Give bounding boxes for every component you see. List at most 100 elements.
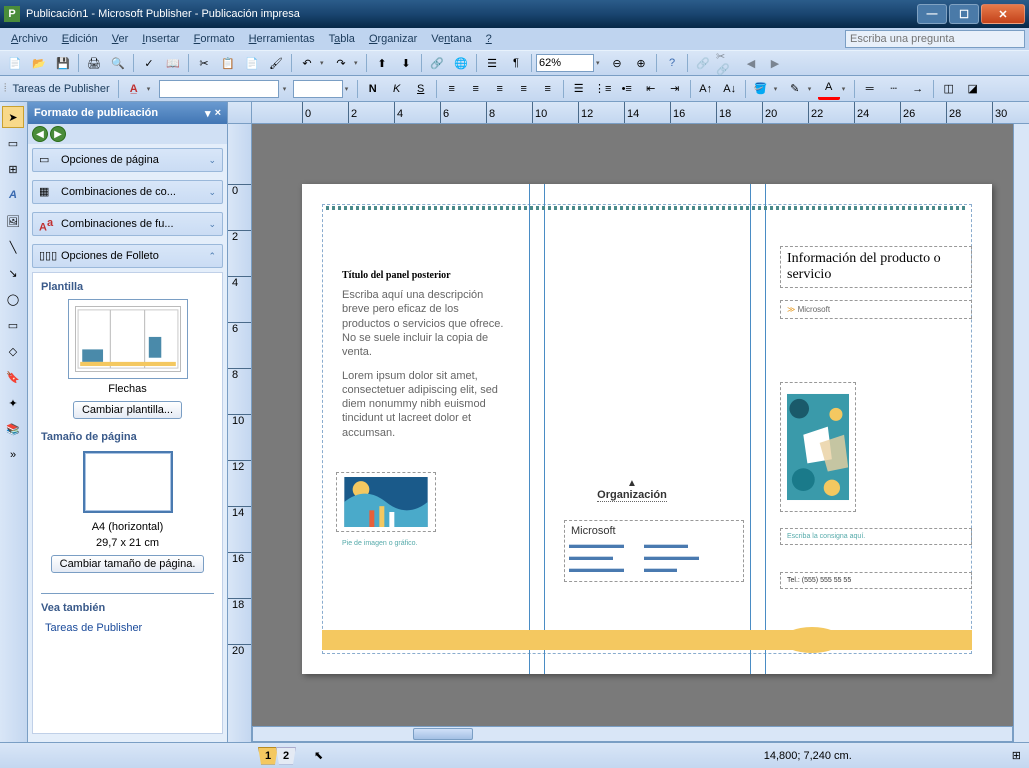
help-button[interactable]: ?: [661, 52, 683, 74]
section-color-schemes[interactable]: ▦ Combinaciones de co... ⌄: [32, 180, 223, 204]
menu-tabla[interactable]: Tabla: [322, 31, 362, 47]
font-color-button[interactable]: A: [818, 78, 840, 100]
publication-page[interactable]: Título del panel posterior Escriba aquí …: [302, 184, 992, 674]
select-tool[interactable]: ➤: [2, 106, 24, 128]
company-info-box[interactable]: Microsoft ▬▬▬▬▬▬▬▬▬▬▬▬▬▬ ▬▬▬▬▬▬▬▬▬▬▬▬: [564, 520, 744, 582]
task-pane-close[interactable]: ×: [215, 107, 221, 120]
back-panel-body[interactable]: Escriba aquí una descripción breve pero …: [336, 284, 516, 444]
maximize-button[interactable]: ☐: [949, 4, 979, 24]
section-brochure-options[interactable]: ▯▯▯ Opciones de Folleto ⌃: [32, 244, 223, 268]
align-right-button[interactable]: ≡: [489, 78, 511, 100]
send-backward-button[interactable]: ⬇: [395, 52, 417, 74]
menu-organizar[interactable]: Organizar: [362, 31, 424, 47]
front-panel-image[interactable]: [780, 382, 856, 512]
save-button[interactable]: 💾: [52, 52, 74, 74]
zoom-out-button[interactable]: ⊖: [606, 52, 628, 74]
change-page-size-button[interactable]: Cambiar tamaño de página.: [51, 555, 205, 573]
increase-indent-button[interactable]: ⇥: [664, 78, 686, 100]
section-page-options[interactable]: ▭ Opciones de página ⌄: [32, 148, 223, 172]
zoom-input[interactable]: [536, 54, 594, 72]
zoom-in-button[interactable]: ⊕: [630, 52, 652, 74]
italic-button[interactable]: K: [386, 78, 408, 100]
shrink-font-button[interactable]: A↓: [719, 78, 741, 100]
arrow-tool[interactable]: ↘: [2, 262, 24, 284]
overflow-tool[interactable]: »: [2, 444, 24, 466]
numbering-button[interactable]: ⋮≡: [592, 78, 614, 100]
slogan-box[interactable]: Escriba la consigna aquí.: [780, 528, 972, 545]
menu-edicion[interactable]: Edición: [55, 31, 105, 47]
task-pane-dropdown[interactable]: ▾: [205, 107, 211, 120]
justify-button[interactable]: ≡: [513, 78, 535, 100]
menu-insertar[interactable]: Insertar: [135, 31, 186, 47]
template-thumbnail[interactable]: [68, 299, 188, 379]
wordart-tool[interactable]: A: [2, 184, 24, 206]
bullets-button[interactable]: •≡: [616, 78, 638, 100]
ruler-horizontal[interactable]: 024681012141618202224262830: [252, 102, 1029, 124]
new-button[interactable]: 📄: [4, 52, 26, 74]
menu-ventana[interactable]: Ventana: [424, 31, 478, 47]
decrease-indent-button[interactable]: ⇤: [640, 78, 662, 100]
format-painter-button[interactable]: 🖌: [265, 52, 287, 74]
redo-button[interactable]: ↷: [330, 52, 352, 74]
research-button[interactable]: 📖: [162, 52, 184, 74]
arrow-style-button[interactable]: →: [907, 78, 929, 100]
menu-formato[interactable]: Formato: [187, 31, 242, 47]
undo-button[interactable]: ↶: [296, 52, 318, 74]
bookmark-tool[interactable]: 🔖: [2, 366, 24, 388]
fill-color-button[interactable]: 🪣: [750, 78, 772, 100]
page-tab-1[interactable]: 1: [258, 747, 278, 765]
align-left-button[interactable]: ≡: [441, 78, 463, 100]
autoshapes-tool[interactable]: ◇: [2, 340, 24, 362]
web-preview-button[interactable]: 🌐: [450, 52, 472, 74]
help-search-input[interactable]: [845, 30, 1025, 48]
font-size-input[interactable]: [293, 80, 343, 98]
front-panel-subtitle[interactable]: Microsoft: [780, 300, 972, 319]
oval-tool[interactable]: ◯: [2, 288, 24, 310]
hyperlink-button[interactable]: 🔗: [426, 52, 448, 74]
textbox-tool[interactable]: ▭: [2, 132, 24, 154]
line-spacing-button[interactable]: ☰: [568, 78, 590, 100]
ruler-vertical[interactable]: 02468101214161820: [228, 124, 252, 742]
open-button[interactable]: 📂: [28, 52, 50, 74]
content-library-tool[interactable]: 📚: [2, 418, 24, 440]
nav-back-button[interactable]: ◀: [32, 126, 48, 142]
table-tool[interactable]: ⊞: [2, 158, 24, 180]
line-style-button[interactable]: ═: [859, 78, 881, 100]
back-panel-caption[interactable]: Pie de imagen o gráfico.: [336, 536, 476, 551]
bold-button[interactable]: N: [362, 78, 384, 100]
columns-button[interactable]: ☰: [481, 52, 503, 74]
cut-button[interactable]: ✂: [193, 52, 215, 74]
align-center-button[interactable]: ≡: [465, 78, 487, 100]
org-logo[interactable]: Organización: [582, 474, 682, 505]
link-button[interactable]: 🔗: [692, 52, 714, 74]
design-gallery-tool[interactable]: ✦: [2, 392, 24, 414]
bring-forward-button[interactable]: ⬆: [371, 52, 393, 74]
line-color-button[interactable]: ✎: [784, 78, 806, 100]
print-preview-button[interactable]: 🔍: [107, 52, 129, 74]
menu-archivo[interactable]: Archivo: [4, 31, 55, 47]
line-tool[interactable]: ╲: [2, 236, 24, 258]
back-panel-image[interactable]: [336, 472, 436, 532]
close-button[interactable]: ✕: [981, 4, 1025, 24]
shadow-button[interactable]: ◫: [938, 78, 960, 100]
print-button[interactable]: 🖨: [83, 52, 105, 74]
section-font-schemes[interactable]: Aa Combinaciones de fu... ⌄: [32, 212, 223, 236]
telephone-box[interactable]: Tel.: (555) 555 55 55: [780, 572, 972, 589]
change-template-button[interactable]: Cambiar plantilla...: [73, 401, 182, 419]
document-canvas[interactable]: Título del panel posterior Escriba aquí …: [252, 124, 1013, 742]
see-also-link[interactable]: Tareas de Publisher: [41, 620, 214, 636]
special-chars-button[interactable]: ¶: [505, 52, 527, 74]
grow-font-button[interactable]: A↑: [695, 78, 717, 100]
font-family-input[interactable]: [159, 80, 279, 98]
underline-button[interactable]: S: [410, 78, 432, 100]
menu-help[interactable]: ?: [479, 31, 499, 47]
styles-button[interactable]: A̲: [123, 78, 145, 100]
nav-prev-button[interactable]: ◀: [740, 52, 762, 74]
minimize-button[interactable]: —: [917, 4, 947, 24]
front-panel-title[interactable]: Información del producto o servicio: [780, 246, 972, 288]
nav-next-button[interactable]: ▶: [764, 52, 786, 74]
menu-ver[interactable]: Ver: [105, 31, 136, 47]
tasks-label[interactable]: Tareas de Publisher: [8, 83, 113, 95]
horizontal-scrollbar[interactable]: [252, 726, 1013, 742]
page-tab-2[interactable]: 2: [276, 747, 296, 765]
